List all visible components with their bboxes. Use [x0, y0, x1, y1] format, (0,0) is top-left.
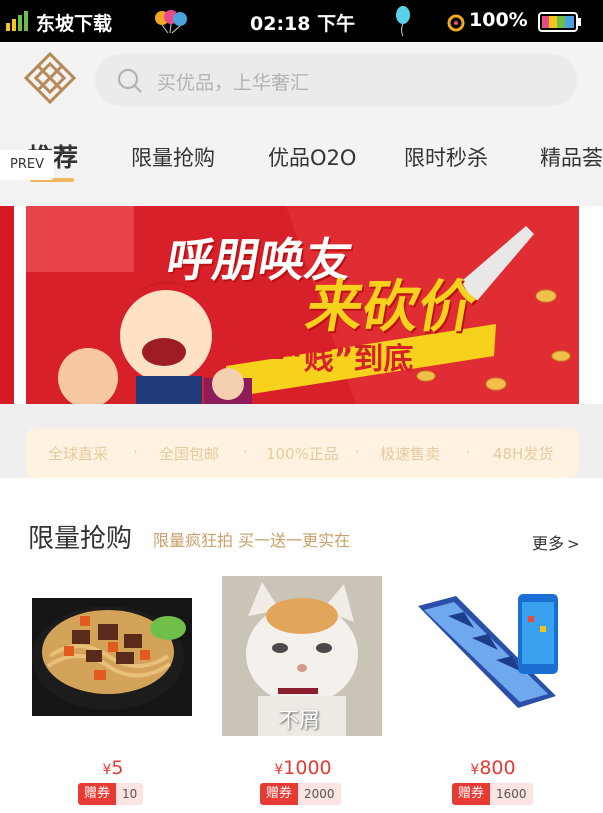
search-bar[interactable]: 买优品，上华奢汇 [95, 54, 577, 106]
tab-limited-rush[interactable]: 限量抢购 [131, 142, 215, 172]
cat-caption: 不屑 [278, 708, 320, 732]
separator-dot: · [133, 443, 138, 461]
separator-dot: · [243, 443, 248, 461]
app-logo-icon[interactable] [24, 52, 76, 104]
promo-banner[interactable]: 呼朋唤友 来砍价 一“贱”到底 [26, 206, 579, 404]
feature-shipping: 全国包邮 [159, 445, 220, 463]
currency-symbol: ¥ [274, 762, 284, 778]
coupon-value: 1600 [490, 783, 533, 805]
more-label: 更多 [532, 534, 565, 553]
battery-icon [538, 12, 581, 32]
currency-symbol: ¥ [470, 762, 480, 778]
product-image-noodles [32, 598, 192, 716]
signal-icon [6, 11, 28, 31]
coupon-badge: 赠券 10 [78, 783, 144, 805]
banner-headline-3: 一“贱”到底 [254, 342, 414, 377]
feature-48h: 48H发货 [493, 445, 554, 463]
banner-edge [0, 206, 14, 404]
banner-headline-2: 来砍价 [301, 275, 481, 340]
coupon-label: 赠券 [78, 783, 117, 805]
balloon-icon [396, 6, 410, 37]
battery-percent: 100% [469, 9, 528, 31]
coupon-value: 10 [116, 783, 144, 805]
price-value: 5 [111, 757, 124, 779]
carrier-name: 东坡下载 [36, 13, 113, 35]
status-bar: 东坡下载 02:18 下午 100% [0, 0, 603, 42]
coupon-badge: 赠券 2000 [260, 783, 341, 805]
separator-dot: · [466, 443, 471, 461]
balloons-icon [155, 10, 187, 34]
tab-boutique[interactable]: 精品荟 [540, 142, 603, 172]
product-price: ¥1000 [218, 757, 388, 779]
section-subtitle: 限量疯狂拍 买一送一更实在 [153, 531, 351, 550]
coupon-label: 赠券 [260, 783, 299, 805]
clock: 02:18 下午 [250, 13, 356, 35]
product-price: ¥800 [408, 757, 578, 779]
prev-button[interactable]: PREV [0, 150, 54, 180]
feature-genuine: 100%正品 [266, 445, 339, 463]
feature-strip: 全球直采 · 全国包邮 · 100%正品 · 极速售卖 · 48H发货 [26, 428, 579, 478]
feature-global: 全球直采 [48, 445, 109, 463]
coupon-badge: 赠券 1600 [452, 783, 533, 805]
chevron-right-icon: > [567, 535, 580, 553]
search-placeholder: 买优品，上华奢汇 [157, 72, 310, 94]
separator-dot: · [355, 443, 360, 461]
tab-o2o[interactable]: 优品O2O [268, 142, 356, 172]
search-icon [117, 68, 142, 93]
price-value: 1000 [283, 757, 332, 779]
coupon-value: 2000 [298, 783, 341, 805]
price-value: 800 [479, 757, 516, 779]
product-price: ¥5 [28, 757, 198, 779]
category-tabs: 推荐 限量抢购 优品O2O 限时秒杀 精品荟 [0, 130, 603, 190]
feature-fast-sale: 极速售卖 [380, 445, 441, 463]
coupon-label: 赠券 [452, 783, 491, 805]
section-title: 限量抢购 [28, 524, 133, 554]
location-icon [447, 14, 465, 32]
product-image-phones [408, 576, 578, 736]
tab-flash-sale[interactable]: 限时秒杀 [404, 142, 488, 172]
more-link[interactable]: 更多 > [532, 530, 580, 554]
